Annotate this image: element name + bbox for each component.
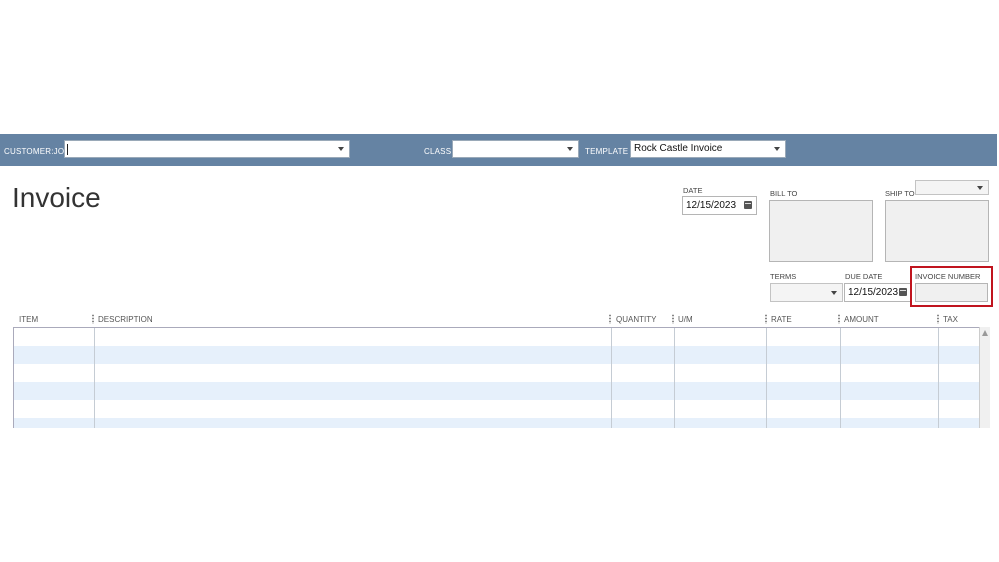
template-combo[interactable]: Rock Castle Invoice [630,140,786,158]
column-header-um[interactable]: U/M [678,315,693,324]
dropdown-arrow-icon[interactable] [831,291,837,295]
table-row[interactable] [14,364,980,382]
column-divider [611,328,612,428]
table-row[interactable] [14,418,980,428]
dropdown-arrow-icon[interactable] [774,147,780,151]
due-date-value: 12/15/2023 [848,287,899,298]
line-items-grid [13,327,980,428]
column-header-amount[interactable]: AMOUNT [844,315,879,324]
column-header-description[interactable]: DESCRIPTION [98,315,153,324]
class-label: CLASS [424,147,452,156]
column-header-rate[interactable]: RATE [771,315,792,324]
column-divider [94,328,95,428]
column-divider [674,328,675,428]
calendar-icon[interactable] [744,201,752,209]
terms-combo[interactable] [770,283,843,302]
table-row[interactable] [14,328,980,346]
column-resize-handle[interactable] [672,314,674,324]
due-date-field[interactable]: 12/15/2023 [844,283,912,302]
ship-to-label: SHIP TO [885,189,915,198]
calendar-icon[interactable] [899,288,907,296]
terms-label: TERMS [770,272,797,281]
vertical-scrollbar[interactable] [979,327,990,428]
invoice-toolbar: CUSTOMER:JOB CLASS TEMPLATE Rock Castle … [0,134,997,166]
date-field[interactable]: 12/15/2023 [682,196,757,215]
column-divider [766,328,767,428]
column-header-item[interactable]: ITEM [19,315,38,324]
bill-to-box[interactable] [769,200,873,262]
table-row[interactable] [14,382,980,400]
column-resize-handle[interactable] [609,314,611,324]
class-combo[interactable] [452,140,579,158]
template-value: Rock Castle Invoice [634,143,723,154]
date-value: 12/15/2023 [686,200,737,211]
scroll-up-icon[interactable] [982,330,988,336]
text-caret [67,144,68,155]
table-row[interactable] [14,346,980,364]
table-row[interactable] [14,400,980,418]
dropdown-arrow-icon[interactable] [567,147,573,151]
dropdown-arrow-icon[interactable] [977,186,983,190]
column-resize-handle[interactable] [937,314,939,324]
dropdown-arrow-icon[interactable] [338,147,344,151]
column-divider [938,328,939,428]
bill-to-label: BILL TO [770,189,798,198]
invoice-number-highlight [910,266,993,307]
date-label: DATE [683,186,703,195]
column-header-tax[interactable]: TAX [943,315,958,324]
column-resize-handle[interactable] [765,314,767,324]
page-title: Invoice [12,182,101,213]
column-header-quantity[interactable]: QUANTITY [616,315,656,324]
customer-job-label: CUSTOMER:JOB [4,147,70,156]
due-date-label: DUE DATE [845,272,883,281]
invoice-window: CUSTOMER:JOB CLASS TEMPLATE Rock Castle … [0,134,997,428]
template-label: TEMPLATE [585,147,629,156]
ship-to-box[interactable] [885,200,989,262]
column-resize-handle[interactable] [92,314,94,324]
customer-job-combo[interactable] [64,140,350,158]
column-resize-handle[interactable] [838,314,840,324]
ship-to-combo[interactable] [915,180,989,195]
column-divider [840,328,841,428]
